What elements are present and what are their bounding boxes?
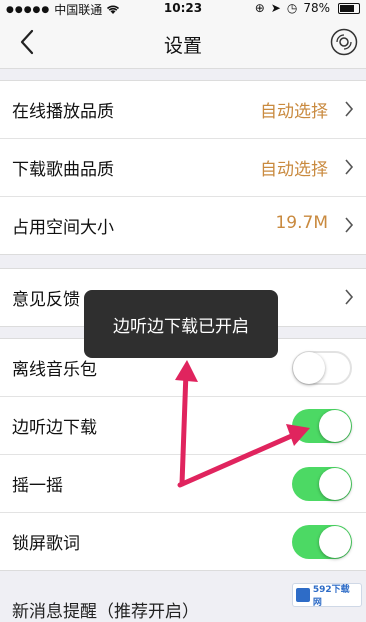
shake-row: 摇一摇 — [0, 455, 366, 513]
battery-icon — [338, 2, 360, 14]
lockscreen-lyrics-row: 锁屏歌词 — [0, 513, 366, 570]
row-label: 离线音乐包 — [12, 360, 97, 380]
lockscreen-lyrics-toggle[interactable] — [292, 525, 352, 559]
listen-download-toggle[interactable] — [292, 409, 352, 443]
toggle-knob — [319, 468, 351, 500]
row-label: 下载歌曲品质 — [12, 160, 114, 180]
location-icon: ➤ — [270, 1, 281, 15]
online-quality-row[interactable]: 在线播放品质 自动选择 — [0, 81, 366, 139]
quality-settings-group: 在线播放品质 自动选择 下载歌曲品质 自动选择 占用空间大小 19.7M — [0, 80, 366, 255]
row-label: 摇一摇 — [12, 476, 63, 496]
chevron-right-icon — [345, 289, 354, 305]
row-label: 锁屏歌词 — [12, 534, 80, 554]
disc-icon[interactable] — [330, 28, 358, 56]
alarm-icon: ◷ — [286, 1, 298, 15]
row-value: 自动选择 — [260, 160, 328, 180]
watermark-text: 592下载网 — [312, 585, 350, 608]
watermark-logo: 592下载网 — [292, 583, 362, 608]
toggle-knob — [293, 352, 325, 384]
row-value: 自动选择 — [260, 102, 328, 122]
row-label: 意见反馈 — [12, 290, 80, 310]
shake-toggle[interactable] — [292, 467, 352, 501]
row-label: 边听边下载 — [12, 418, 97, 438]
chevron-right-icon — [345, 101, 354, 117]
status-bar: ●●●●● 中国联通 10:23 ⊕ ➤ ◷ 78% — [0, 0, 366, 18]
nav-bar: 设置 — [0, 18, 366, 69]
offline-package-toggle[interactable] — [292, 351, 352, 385]
page-title: 设置 — [163, 35, 202, 57]
chevron-right-icon — [345, 217, 354, 233]
chevron-right-icon — [345, 159, 354, 175]
new-message-reminder-row-partial[interactable]: 新消息提醒（推荐开启） — [12, 597, 199, 622]
toggle-knob — [319, 410, 351, 442]
battery-label: 78% — [303, 1, 330, 15]
toast-message: 边听边下载已开启 — [84, 290, 278, 358]
watermark-icon — [296, 588, 310, 602]
toggle-settings-group: 离线音乐包 边听边下载 摇一摇 锁屏歌词 — [0, 338, 366, 571]
status-right: ⊕ ➤ ◷ 78% — [255, 1, 360, 15]
toggle-knob — [319, 526, 351, 558]
download-quality-row[interactable]: 下载歌曲品质 自动选择 — [0, 139, 366, 197]
row-label: 占用空间大小 — [12, 218, 114, 238]
listen-download-row: 边听边下载 — [0, 397, 366, 455]
row-label: 在线播放品质 — [12, 102, 114, 122]
lock-rotation-icon: ⊕ — [254, 1, 265, 15]
storage-size-row[interactable]: 占用空间大小 19.7M — [0, 197, 366, 254]
row-value: 19.7M — [275, 213, 328, 233]
